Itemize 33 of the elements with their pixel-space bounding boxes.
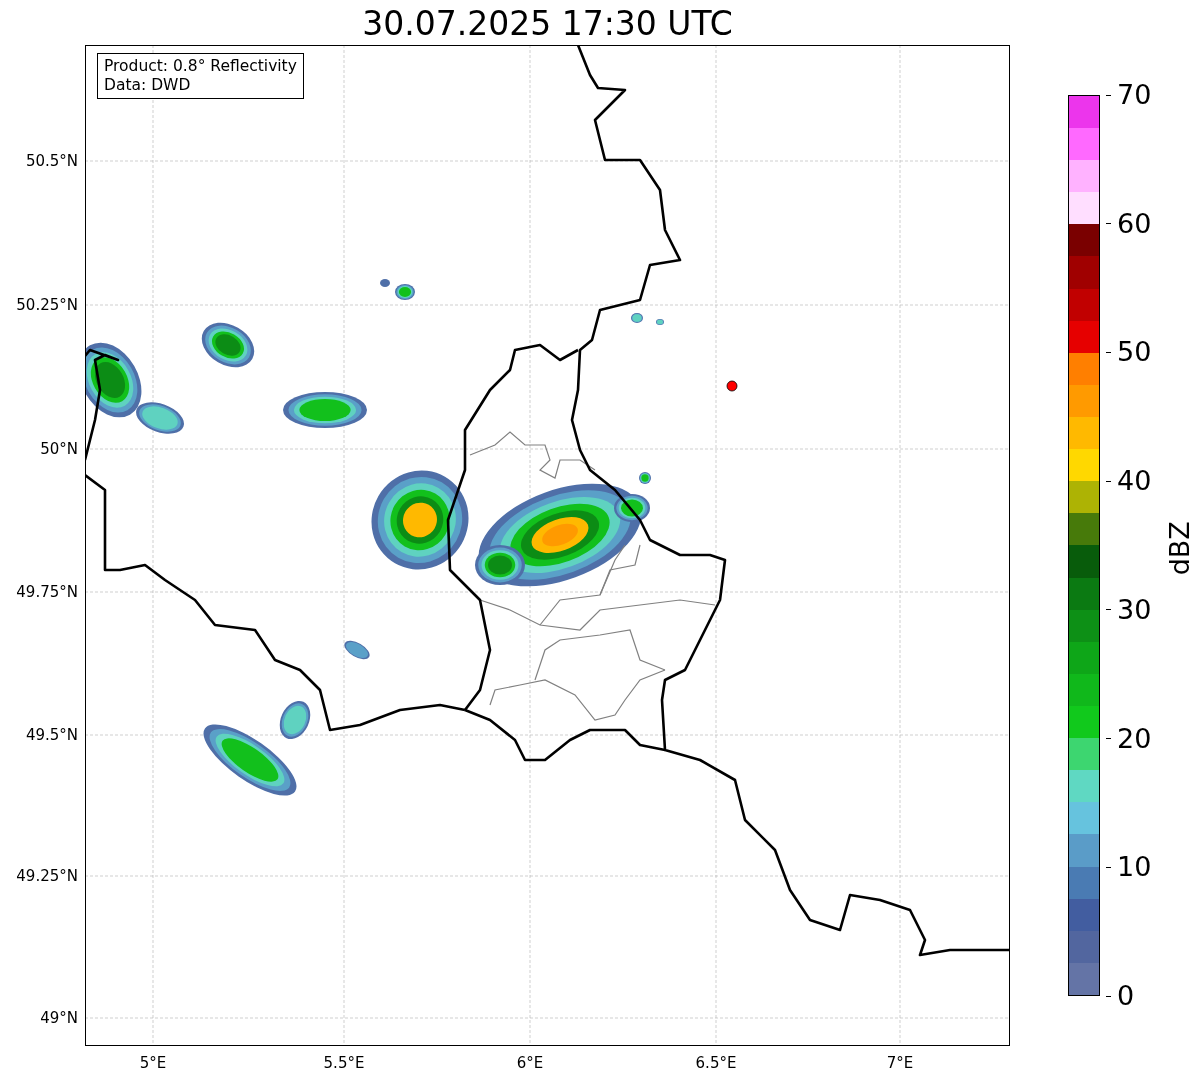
- colorbar-tick-label: 70: [1117, 80, 1152, 110]
- axis-tick-label: 50°N: [40, 438, 78, 460]
- info-text: Data: DWD: [104, 76, 192, 95]
- info-text: Product: 0.8° Reflectivity: [104, 57, 297, 76]
- axis-tick-label: 50.25°N: [16, 294, 78, 316]
- tick-mark: [1106, 223, 1111, 225]
- tick-mark: [1106, 480, 1111, 482]
- colorbar-tick-label: 30: [1117, 594, 1152, 625]
- tick-mark: [1106, 94, 1111, 96]
- tick-mark: [1106, 609, 1111, 611]
- axis-tick-label: 7°E: [886, 1053, 914, 1074]
- tick-mark: [1106, 866, 1111, 868]
- axis-tick-label: 5.5°E: [323, 1053, 365, 1074]
- colorbar-tick-label: 50: [1117, 337, 1152, 368]
- tick-mark: [1106, 351, 1111, 353]
- radar-site-marker: [726, 380, 738, 392]
- chart-title: 30.07.2025 17:30 UTC: [362, 4, 733, 43]
- colorbar-tick-label: 10: [1117, 852, 1152, 883]
- colorbar-tick-label: 40: [1117, 466, 1152, 497]
- axis-tick-label: 5°E: [139, 1053, 167, 1074]
- axis-tick-label: 49.5°N: [25, 724, 78, 746]
- tick-mark: [1106, 738, 1111, 740]
- axis-tick-label: 49°N: [40, 1007, 78, 1029]
- colorbar-tick-label: 20: [1117, 723, 1152, 754]
- colorbar-label: dBZ: [1162, 520, 1196, 576]
- axis-tick-label: 49.25°N: [16, 865, 78, 887]
- colorbar-tick-label: 60: [1117, 208, 1152, 239]
- axis-tick-label: 6°E: [516, 1053, 544, 1074]
- tick-mark: [1106, 995, 1111, 997]
- axis-tick-label: 6.5°E: [695, 1053, 737, 1074]
- axis-tick-label: 50.5°N: [25, 150, 78, 172]
- colorbar-tick-label: 0: [1117, 981, 1135, 1011]
- axis-tick-label: 49.75°N: [16, 581, 78, 603]
